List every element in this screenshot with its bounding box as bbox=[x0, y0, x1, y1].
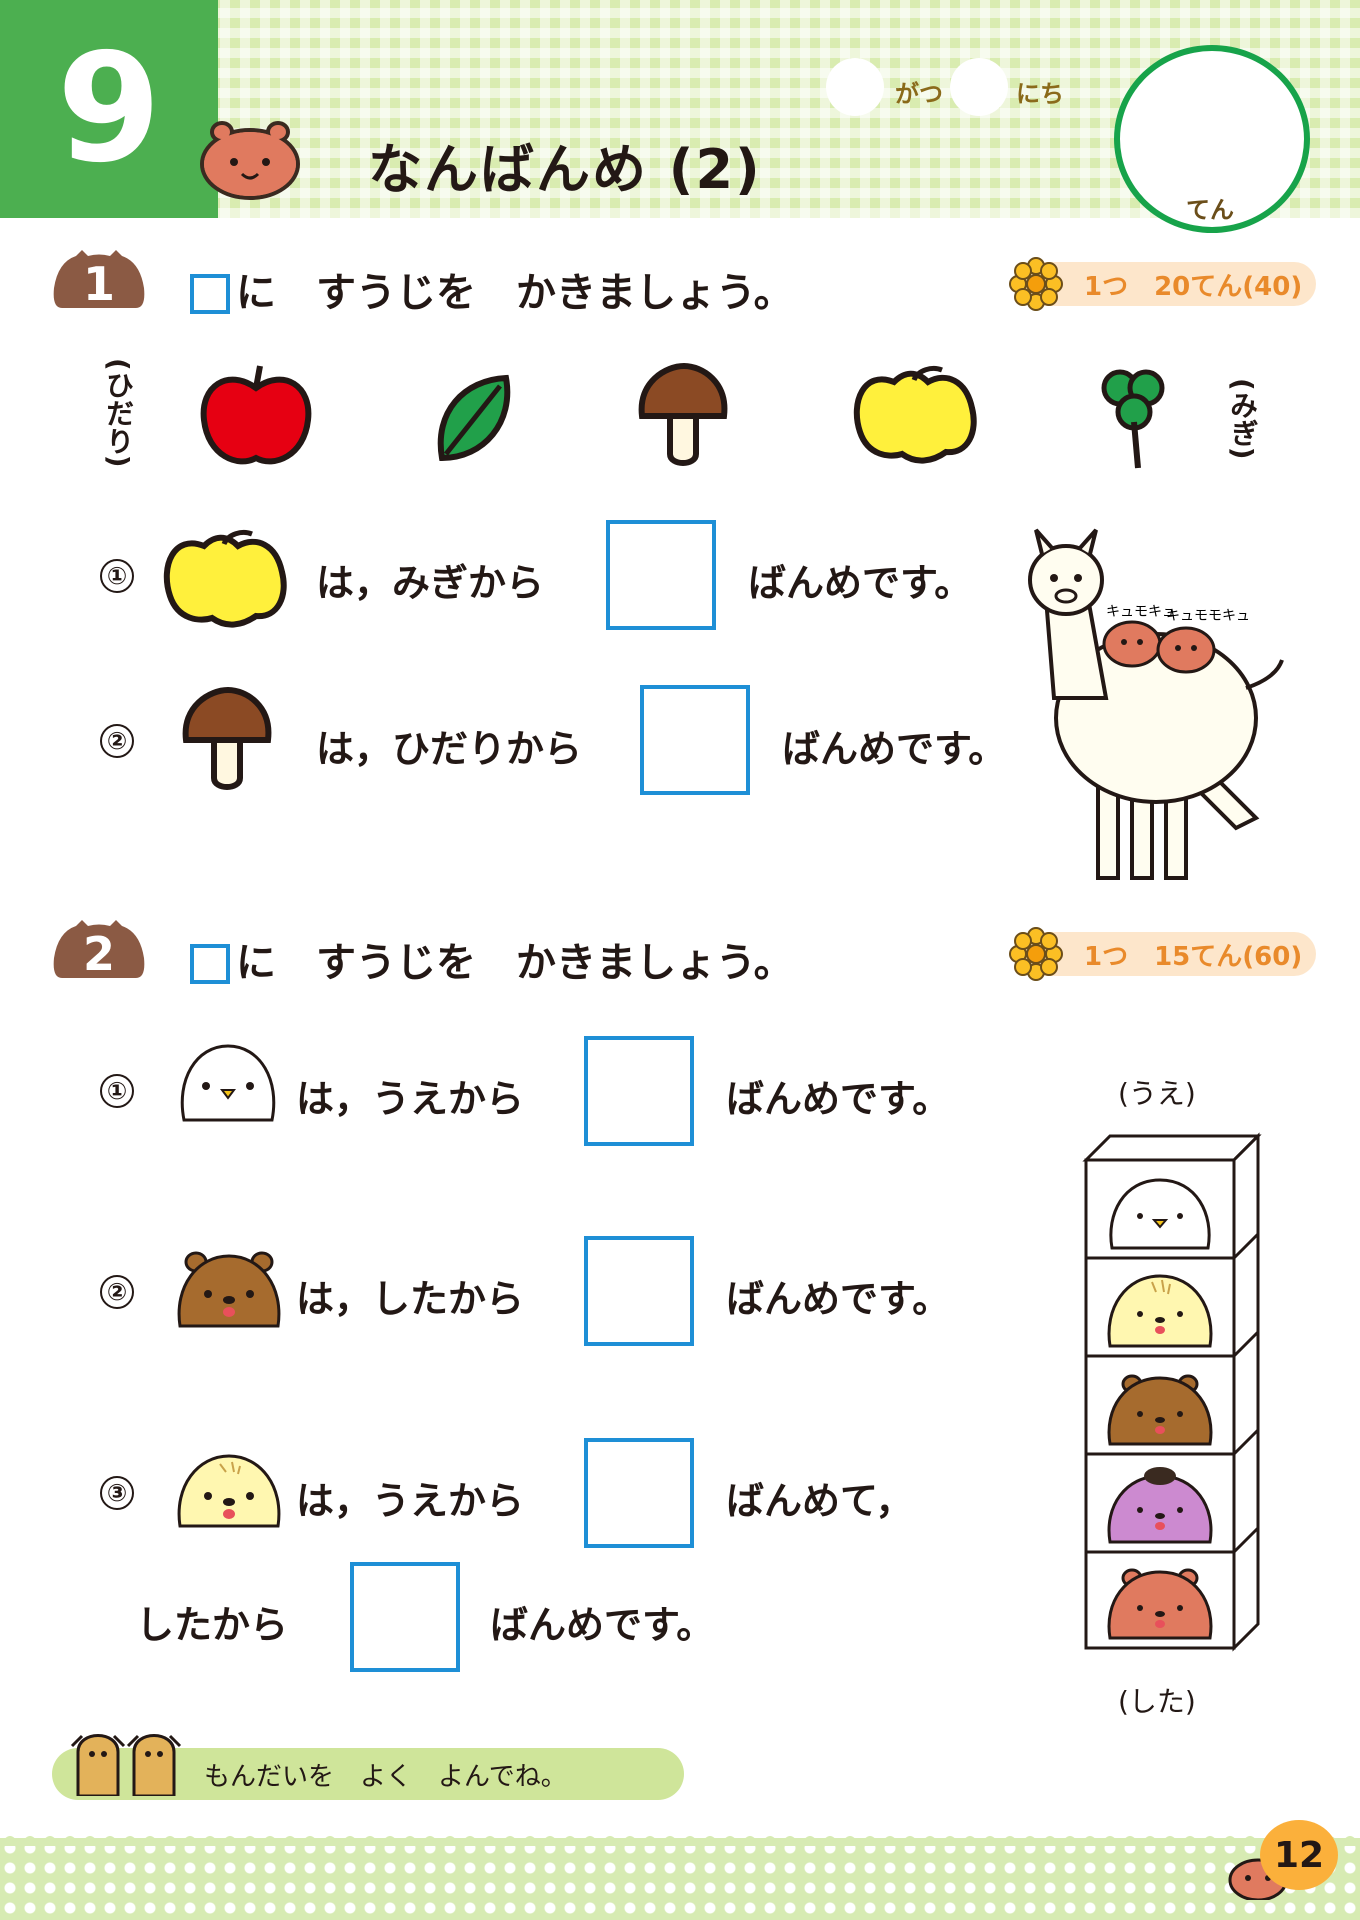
clover-icon bbox=[1101, 369, 1165, 469]
question-text: は，みぎから bbox=[316, 561, 545, 605]
question-number: ① bbox=[100, 1074, 134, 1108]
prairie-dogs-icon bbox=[70, 1734, 182, 1796]
yellow-apple-icon bbox=[163, 529, 287, 628]
question-text: は，したから bbox=[296, 1277, 525, 1321]
alpaca-sound-2: キュモモキュ bbox=[1166, 608, 1250, 624]
answer-box[interactable] bbox=[640, 685, 750, 795]
section-2-number: 2 bbox=[83, 927, 115, 981]
question-text-suffix: ばんめです。 bbox=[726, 1077, 951, 1121]
section-1-number: 1 bbox=[83, 257, 115, 311]
blank-box-icon bbox=[190, 274, 230, 314]
left-label: (ひだり) bbox=[102, 358, 135, 468]
blank-box-icon bbox=[190, 944, 230, 984]
brown-capybara-icon bbox=[177, 1251, 281, 1328]
question-number: ① bbox=[100, 559, 134, 593]
question-text-suffix: ばんめです。 bbox=[782, 727, 1007, 771]
top-label: (うえ) bbox=[1118, 1077, 1196, 1110]
question-text-suffix: ばんめて， bbox=[726, 1479, 914, 1523]
day-label: にち bbox=[1016, 80, 1064, 108]
hint-text: もんだいを よく よんでね。 bbox=[204, 1761, 567, 1792]
question-number: ③ bbox=[100, 1476, 134, 1510]
footer-wave bbox=[0, 1836, 1360, 1846]
question-text-suffix: ばんめです。 bbox=[748, 561, 973, 605]
leaf-icon bbox=[437, 374, 511, 462]
alpaca-illustration: キュモキュ キュモモキュ bbox=[1028, 528, 1284, 880]
section-2-instruction: に すうじを かきましょう。 bbox=[190, 930, 794, 988]
white-bird-icon bbox=[180, 1044, 276, 1122]
page-title: なんばんめ (2) bbox=[368, 138, 762, 201]
mushroom-icon bbox=[638, 362, 728, 466]
month-input-circle[interactable] bbox=[826, 58, 884, 116]
bottom-label: (した) bbox=[1118, 1685, 1196, 1718]
section-2-badge: 2 bbox=[53, 920, 145, 981]
animal-stack-illustration bbox=[1082, 1132, 1262, 1652]
day-input-circle[interactable] bbox=[950, 58, 1008, 116]
flower-icon bbox=[1009, 257, 1063, 311]
answer-box[interactable] bbox=[350, 1562, 460, 1672]
section-1-badge: 1 bbox=[53, 250, 145, 311]
question-number: ② bbox=[100, 724, 134, 758]
right-label: (みぎ) bbox=[1226, 378, 1259, 460]
question-text-line2: したから bbox=[136, 1603, 289, 1647]
stack-red-capybara-icon bbox=[1107, 1568, 1213, 1640]
apple-icon bbox=[200, 365, 312, 465]
score-label: てん bbox=[1186, 196, 1234, 224]
answer-box[interactable] bbox=[584, 1438, 694, 1548]
month-label: がつ bbox=[895, 80, 943, 108]
section-2-instruction-text: に すうじを かきましょう。 bbox=[236, 940, 794, 986]
question-text-suffix: ばんめです。 bbox=[726, 1277, 951, 1321]
yellow-apple-icon bbox=[853, 365, 977, 464]
flower-icon bbox=[1009, 927, 1063, 981]
lesson-number: 9 bbox=[0, 0, 218, 218]
yellow-capybara-icon bbox=[177, 1454, 281, 1528]
stack-brown-capybara-icon bbox=[1107, 1374, 1213, 1446]
section-1-instruction: に すうじを かきましょう。 bbox=[190, 260, 794, 318]
mushroom-icon bbox=[182, 686, 272, 790]
question-text: は，うえから bbox=[296, 1077, 525, 1121]
page-number: 12 bbox=[1260, 1820, 1338, 1890]
answer-box[interactable] bbox=[606, 520, 716, 630]
capybara-mascot-icon bbox=[200, 121, 300, 200]
question-text: は，うえから bbox=[296, 1479, 525, 1523]
answer-box[interactable] bbox=[584, 1036, 694, 1146]
question-text-line2-suffix: ばんめです。 bbox=[490, 1603, 715, 1647]
section-1-instruction-text: に すうじを かきましょう。 bbox=[236, 270, 794, 316]
question-number: ② bbox=[100, 1275, 134, 1309]
answer-box[interactable] bbox=[584, 1236, 694, 1346]
footer-background bbox=[0, 1838, 1360, 1920]
question-text: は，ひだりから bbox=[316, 727, 583, 771]
